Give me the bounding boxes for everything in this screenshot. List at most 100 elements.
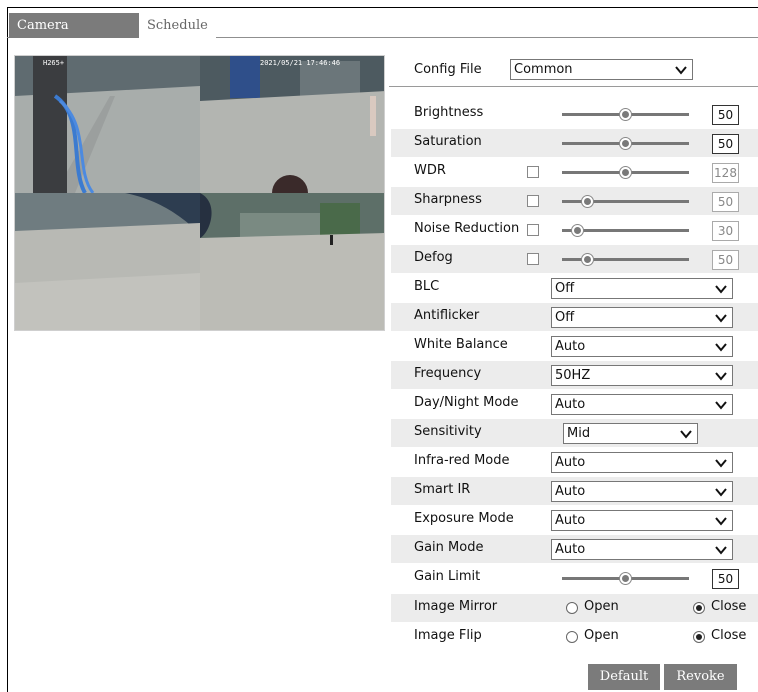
- gain-limit-row: Gain Limit 50: [391, 564, 758, 592]
- stream-type-overlay: H265+: [43, 59, 65, 67]
- chevron-down-icon: [680, 430, 692, 439]
- tab-camera-parameters[interactable]: Camera Parameters: [9, 13, 139, 58]
- chevron-down-icon: [715, 488, 727, 497]
- infrared-mode-select[interactable]: Auto: [551, 452, 733, 473]
- white-balance-select[interactable]: Auto: [551, 336, 733, 357]
- saturation-row: Saturation 50: [391, 129, 758, 157]
- chevron-down-icon: [715, 314, 727, 323]
- chevron-down-icon: [715, 401, 727, 410]
- config-file-label: Config File: [414, 62, 482, 77]
- image-mirror-row: Image Mirror Open Close: [391, 594, 758, 622]
- sensitivity-value: Mid: [567, 426, 591, 441]
- image-mirror-open-radio[interactable]: [566, 602, 578, 614]
- gain-limit-value-input[interactable]: 50: [712, 569, 739, 589]
- blc-label: BLC: [414, 279, 440, 294]
- wdr-row: WDR 128: [391, 158, 758, 186]
- image-flip-open-radio[interactable]: [566, 631, 578, 643]
- antiflicker-row: Antiflicker Off: [391, 303, 758, 331]
- frequency-value: 50HZ: [555, 368, 591, 383]
- infrared-mode-label: Infra-red Mode: [414, 453, 510, 468]
- wdr-checkbox[interactable]: [527, 166, 539, 178]
- exposure-mode-row: Exposure Mode Auto: [391, 506, 758, 534]
- image-mirror-label: Image Mirror: [414, 599, 498, 614]
- frequency-row: Frequency 50HZ: [391, 361, 758, 389]
- wdr-value-input[interactable]: 128: [712, 163, 739, 183]
- smart-ir-select[interactable]: Auto: [551, 481, 733, 502]
- sharpness-row: Sharpness 50: [391, 187, 758, 215]
- defog-row: Defog 50: [391, 245, 758, 273]
- sharpness-value-input[interactable]: 50: [712, 192, 739, 212]
- defog-value-input[interactable]: 50: [712, 250, 739, 270]
- frequency-label: Frequency: [414, 366, 482, 381]
- gain-mode-label: Gain Mode: [414, 540, 484, 555]
- gain-mode-select[interactable]: Auto: [551, 539, 733, 560]
- chevron-down-icon: [715, 517, 727, 526]
- day-night-mode-row: Day/Night Mode Auto: [391, 390, 758, 418]
- image-flip-close-radio[interactable]: [693, 631, 705, 643]
- tab-bar: Camera Parameters Schedule: [7, 11, 758, 58]
- frequency-select[interactable]: 50HZ: [551, 365, 733, 386]
- config-file-select[interactable]: Common: [510, 59, 693, 80]
- chevron-down-icon: [715, 285, 727, 294]
- smart-ir-label: Smart IR: [414, 482, 471, 497]
- image-mirror-close-label: Close: [711, 599, 747, 614]
- camera-view-4: [200, 193, 384, 330]
- brightness-slider-handle[interactable]: [619, 108, 632, 121]
- config-file-value: Common: [514, 62, 573, 77]
- antiflicker-select[interactable]: Off: [551, 307, 733, 328]
- chevron-down-icon: [715, 343, 727, 352]
- noise-reduction-row: Noise Reduction 30: [391, 216, 758, 244]
- noise-reduction-slider-handle[interactable]: [570, 224, 584, 237]
- defog-slider-handle[interactable]: [580, 253, 594, 266]
- image-mirror-close-radio[interactable]: [693, 602, 705, 614]
- brightness-label: Brightness: [414, 105, 484, 120]
- blc-select[interactable]: Off: [551, 278, 733, 299]
- day-night-mode-label: Day/Night Mode: [414, 395, 519, 410]
- image-flip-open-label: Open: [584, 628, 619, 643]
- infrared-mode-value: Auto: [555, 455, 586, 470]
- sensitivity-row: Sensitivity Mid: [391, 419, 758, 447]
- brightness-row: Brightness 50: [391, 100, 758, 128]
- white-balance-row: White Balance Auto: [391, 332, 758, 360]
- antiflicker-value: Off: [555, 310, 575, 325]
- noise-reduction-checkbox[interactable]: [527, 224, 539, 236]
- sharpness-label: Sharpness: [414, 192, 482, 207]
- brightness-value-input[interactable]: 50: [712, 105, 739, 125]
- image-flip-close-label: Close: [711, 628, 747, 643]
- day-night-mode-value: Auto: [555, 397, 586, 412]
- saturation-value-input[interactable]: 50: [712, 134, 739, 154]
- white-balance-value: Auto: [555, 339, 586, 354]
- sensitivity-label: Sensitivity: [414, 424, 482, 439]
- timestamp-overlay: 2021/05/21 17:46:46: [260, 59, 341, 67]
- day-night-mode-select[interactable]: Auto: [551, 394, 733, 415]
- defog-checkbox[interactable]: [527, 253, 539, 265]
- wdr-label: WDR: [414, 163, 446, 178]
- blc-row: BLC Off: [391, 274, 758, 302]
- live-preview[interactable]: H265+ 2021/05/21 17:46:46: [14, 55, 385, 331]
- image-flip-label: Image Flip: [414, 628, 482, 643]
- saturation-label: Saturation: [414, 134, 482, 149]
- sharpness-checkbox[interactable]: [527, 195, 539, 207]
- smart-ir-value: Auto: [555, 484, 586, 499]
- default-button[interactable]: Default: [588, 664, 660, 690]
- exposure-mode-select[interactable]: Auto: [551, 510, 733, 531]
- chevron-down-icon: [715, 372, 727, 381]
- exposure-mode-label: Exposure Mode: [414, 511, 514, 526]
- sensitivity-select[interactable]: Mid: [563, 423, 698, 444]
- chevron-down-icon: [675, 66, 687, 75]
- tab-schedule[interactable]: Schedule: [139, 13, 216, 38]
- exposure-mode-value: Auto: [555, 513, 586, 528]
- noise-reduction-value-input[interactable]: 30: [712, 221, 739, 241]
- chevron-down-icon: [715, 546, 727, 555]
- gain-limit-label: Gain Limit: [414, 569, 481, 584]
- revoke-button[interactable]: Revoke: [664, 664, 737, 690]
- smart-ir-row: Smart IR Auto: [391, 477, 758, 505]
- saturation-slider-handle[interactable]: [619, 137, 632, 150]
- gain-limit-slider-handle[interactable]: [619, 572, 632, 585]
- wdr-slider-handle[interactable]: [619, 166, 632, 179]
- blc-value: Off: [555, 281, 575, 296]
- image-mirror-open-label: Open: [584, 599, 619, 614]
- camera-view-2: [200, 56, 384, 193]
- image-flip-row: Image Flip Open Close: [391, 623, 758, 651]
- sharpness-slider-handle[interactable]: [580, 195, 594, 208]
